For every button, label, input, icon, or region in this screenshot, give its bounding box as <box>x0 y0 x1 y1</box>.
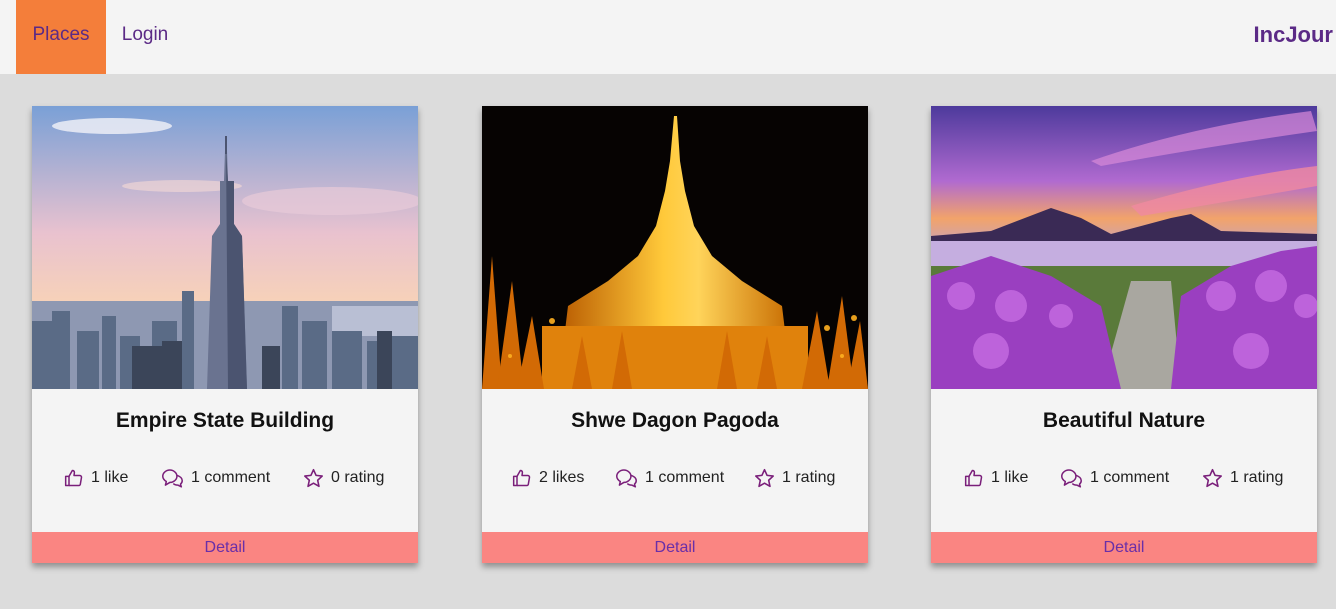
place-image[interactable] <box>482 106 868 389</box>
thumbs-up-icon[interactable] <box>64 468 84 488</box>
comment-bubbles-icon[interactable] <box>161 468 184 488</box>
likes-stat[interactable]: 1 like <box>964 466 1028 490</box>
thumbs-up-icon[interactable] <box>512 468 532 488</box>
place-title: Empire State Building <box>115 409 335 432</box>
place-title: Beautiful Nature <box>1042 409 1206 432</box>
place-card: Empire State Building 1 like 1 comment 0… <box>32 106 418 563</box>
likes-count: 2 likes <box>539 469 585 486</box>
likes-count: 1 like <box>91 469 129 486</box>
comments-count: 1 comment <box>645 469 725 486</box>
comments-stat[interactable]: 1 comment <box>1060 466 1169 490</box>
detail-button[interactable]: Detail <box>482 532 868 563</box>
comments-stat[interactable]: 1 comment <box>161 466 270 490</box>
rating-stat[interactable]: 1 rating <box>754 466 835 490</box>
rating-count: 0 rating <box>331 469 385 486</box>
comments-stat[interactable]: 1 comment <box>615 466 724 490</box>
place-image[interactable] <box>32 106 418 389</box>
rating-stat[interactable]: 0 rating <box>303 466 384 490</box>
rating-count: 1 rating <box>1230 469 1284 486</box>
comment-bubbles-icon[interactable] <box>615 468 638 488</box>
star-icon[interactable] <box>754 468 775 488</box>
comment-bubbles-icon[interactable] <box>1060 468 1083 488</box>
place-card: Shwe Dagon Pagoda 2 likes 1 comment 1 ra… <box>482 106 868 563</box>
rating-count: 1 rating <box>782 469 836 486</box>
nav-places[interactable]: Places <box>16 0 106 74</box>
detail-button[interactable]: Detail <box>931 532 1317 563</box>
comments-count: 1 comment <box>1090 469 1170 486</box>
thumbs-up-icon[interactable] <box>964 468 984 488</box>
likes-count: 1 like <box>991 469 1029 486</box>
detail-button[interactable]: Detail <box>32 532 418 563</box>
rating-stat[interactable]: 1 rating <box>1202 466 1283 490</box>
star-icon[interactable] <box>1202 468 1223 488</box>
place-card: Beautiful Nature 1 like 1 comment 1 rati… <box>931 106 1317 563</box>
likes-stat[interactable]: 1 like <box>64 466 128 490</box>
brand-logo[interactable]: IncJour <box>1254 0 1333 74</box>
comments-count: 1 comment <box>191 469 271 486</box>
likes-stat[interactable]: 2 likes <box>512 466 584 490</box>
star-icon[interactable] <box>303 468 324 488</box>
navbar: Places Login IncJour <box>0 0 1336 74</box>
place-image[interactable] <box>931 106 1317 389</box>
nav-login[interactable]: Login <box>106 0 184 74</box>
place-title: Shwe Dagon Pagoda <box>571 409 779 432</box>
